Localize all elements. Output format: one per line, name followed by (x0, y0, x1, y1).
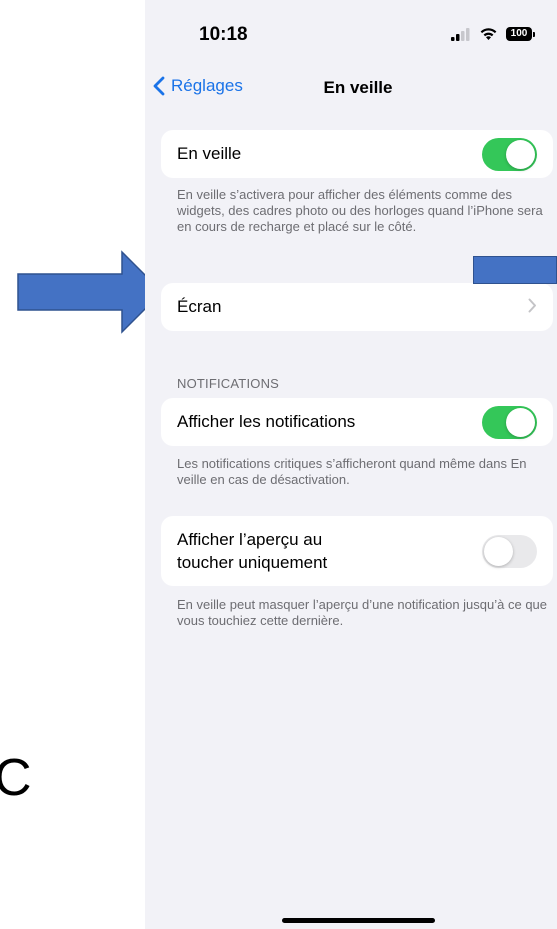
chevron-right-icon (528, 297, 537, 318)
preview-label-line1: Afficher l’aperçu au (177, 530, 323, 549)
navigation-bar: Réglages En veille (145, 70, 557, 110)
status-bar: 10:18 100 (145, 0, 557, 70)
preview-group: Afficher l’aperçu au toucher uniquement (161, 516, 553, 586)
standby-footnote: En veille s’activera pour afficher des é… (177, 187, 543, 234)
status-time: 10:18 (199, 24, 248, 45)
preview-row: Afficher l’aperçu au toucher uniquement (161, 516, 553, 586)
show-notifications-group: Afficher les notifications (161, 398, 553, 446)
standby-label: En veille (177, 144, 242, 163)
preview-footnote: En veille peut masquer l’aperçu d’une no… (177, 597, 548, 628)
annotation-arrow (17, 250, 164, 334)
preview-label-line2: toucher uniquement (177, 553, 328, 572)
standby-toggle[interactable] (482, 137, 537, 171)
display-group: Écran (161, 283, 553, 331)
standby-group: En veille (161, 130, 553, 178)
wifi-icon (480, 28, 497, 40)
phone-screen: 10:18 100 Réglages En veille En veille E… (145, 0, 557, 929)
status-icons: 100 (451, 27, 535, 41)
preview-label: Afficher l’aperçu au toucher uniquement (177, 528, 327, 574)
battery-icon: 100 (506, 27, 535, 41)
standby-row: En veille (161, 130, 553, 178)
notifications-section-header: NOTIFICATIONS (177, 376, 280, 391)
show-notifications-label: Afficher les notifications (177, 412, 356, 431)
show-notifications-footnote: Les notifications critiques s’afficheron… (177, 456, 527, 487)
page: C 10:18 100 Réglages En veille En veille… (0, 0, 557, 929)
show-notifications-row: Afficher les notifications (161, 398, 553, 446)
annotation-rectangle (473, 256, 557, 284)
display-row[interactable]: Écran (161, 283, 553, 331)
show-notifications-toggle[interactable] (482, 405, 537, 439)
battery-level: 100 (506, 27, 532, 41)
preview-toggle[interactable] (482, 534, 537, 568)
display-label: Écran (177, 297, 222, 316)
signal-icon (451, 27, 470, 41)
page-title: En veille (323, 78, 393, 97)
home-indicator[interactable] (282, 918, 435, 923)
stray-letter: C (0, 749, 32, 807)
